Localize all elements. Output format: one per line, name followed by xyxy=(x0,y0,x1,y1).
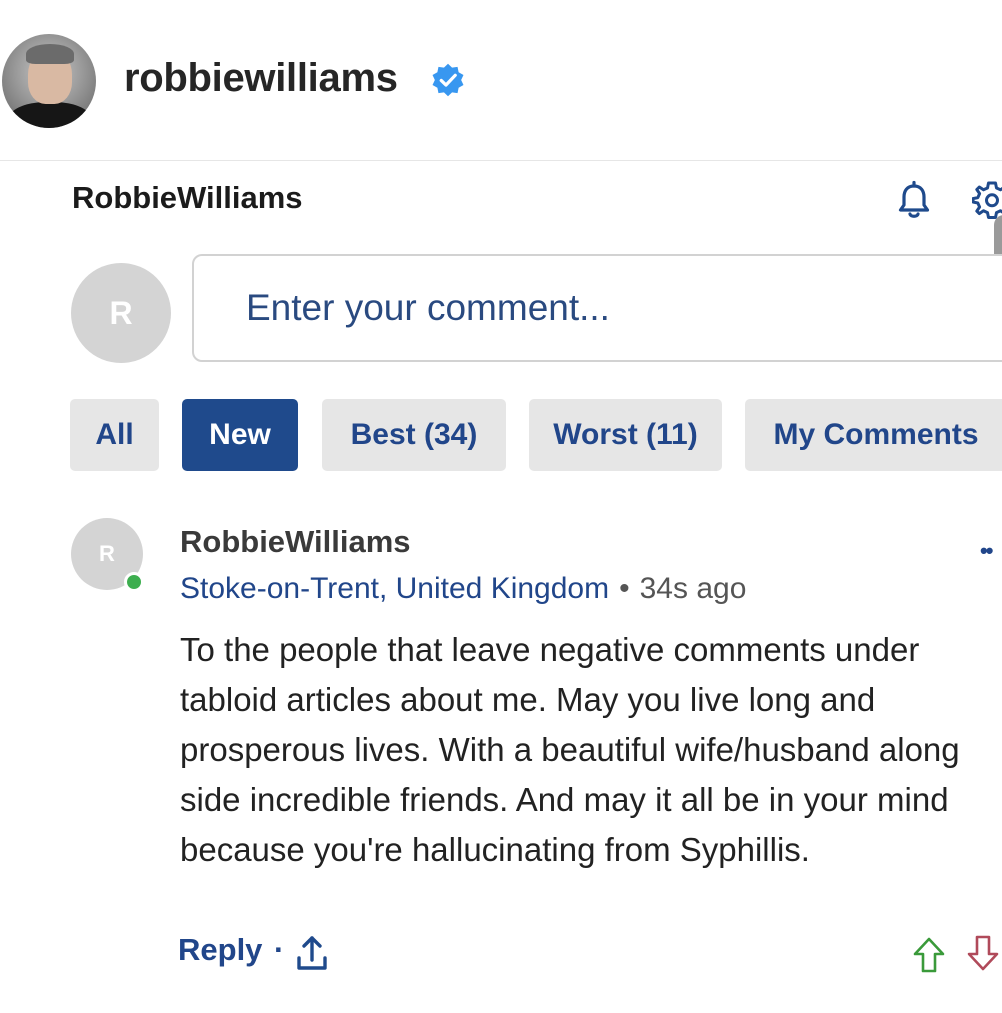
current-user-avatar: R xyxy=(71,263,171,363)
bell-icon[interactable] xyxy=(896,180,932,220)
tab-all[interactable]: All xyxy=(70,399,159,471)
tab-best[interactable]: Best (34) xyxy=(322,399,506,471)
verified-badge-icon xyxy=(432,63,464,97)
meta-separator: • xyxy=(619,572,630,605)
profile-username[interactable]: robbiewilliams xyxy=(124,56,398,101)
comment-body: To the people that leave negative commen… xyxy=(180,631,960,868)
comment-input[interactable] xyxy=(192,254,1002,362)
downvote-icon[interactable] xyxy=(966,934,1000,972)
online-status-dot xyxy=(124,572,144,592)
instagram-post-header: robbiewilliams xyxy=(0,0,1002,160)
gear-icon[interactable] xyxy=(972,180,1002,220)
avatar-hair xyxy=(26,44,74,64)
profile-avatar[interactable] xyxy=(2,34,96,128)
comment-author[interactable]: RobbieWilliams xyxy=(180,524,411,560)
tab-new[interactable]: New xyxy=(182,399,298,471)
comment-location: Stoke-on-Trent, United Kingdom xyxy=(180,572,610,605)
reply-separator: · xyxy=(274,932,285,967)
share-icon[interactable] xyxy=(296,934,328,974)
widget-title: RobbieWilliams xyxy=(72,180,303,215)
comment-timestamp: 34s ago xyxy=(639,572,747,605)
tab-worst[interactable]: Worst (11) xyxy=(529,399,722,471)
tab-my-comments[interactable]: My Comments xyxy=(745,399,1002,471)
upvote-icon[interactable] xyxy=(912,936,946,974)
avatar-shirt xyxy=(8,102,92,128)
comment-meta: Stoke-on-Trent, United Kingdom • 34s ago xyxy=(180,572,746,606)
more-icon[interactable]: •• xyxy=(980,538,993,564)
reply-button[interactable]: Reply xyxy=(178,932,262,968)
header-divider xyxy=(0,160,1002,161)
